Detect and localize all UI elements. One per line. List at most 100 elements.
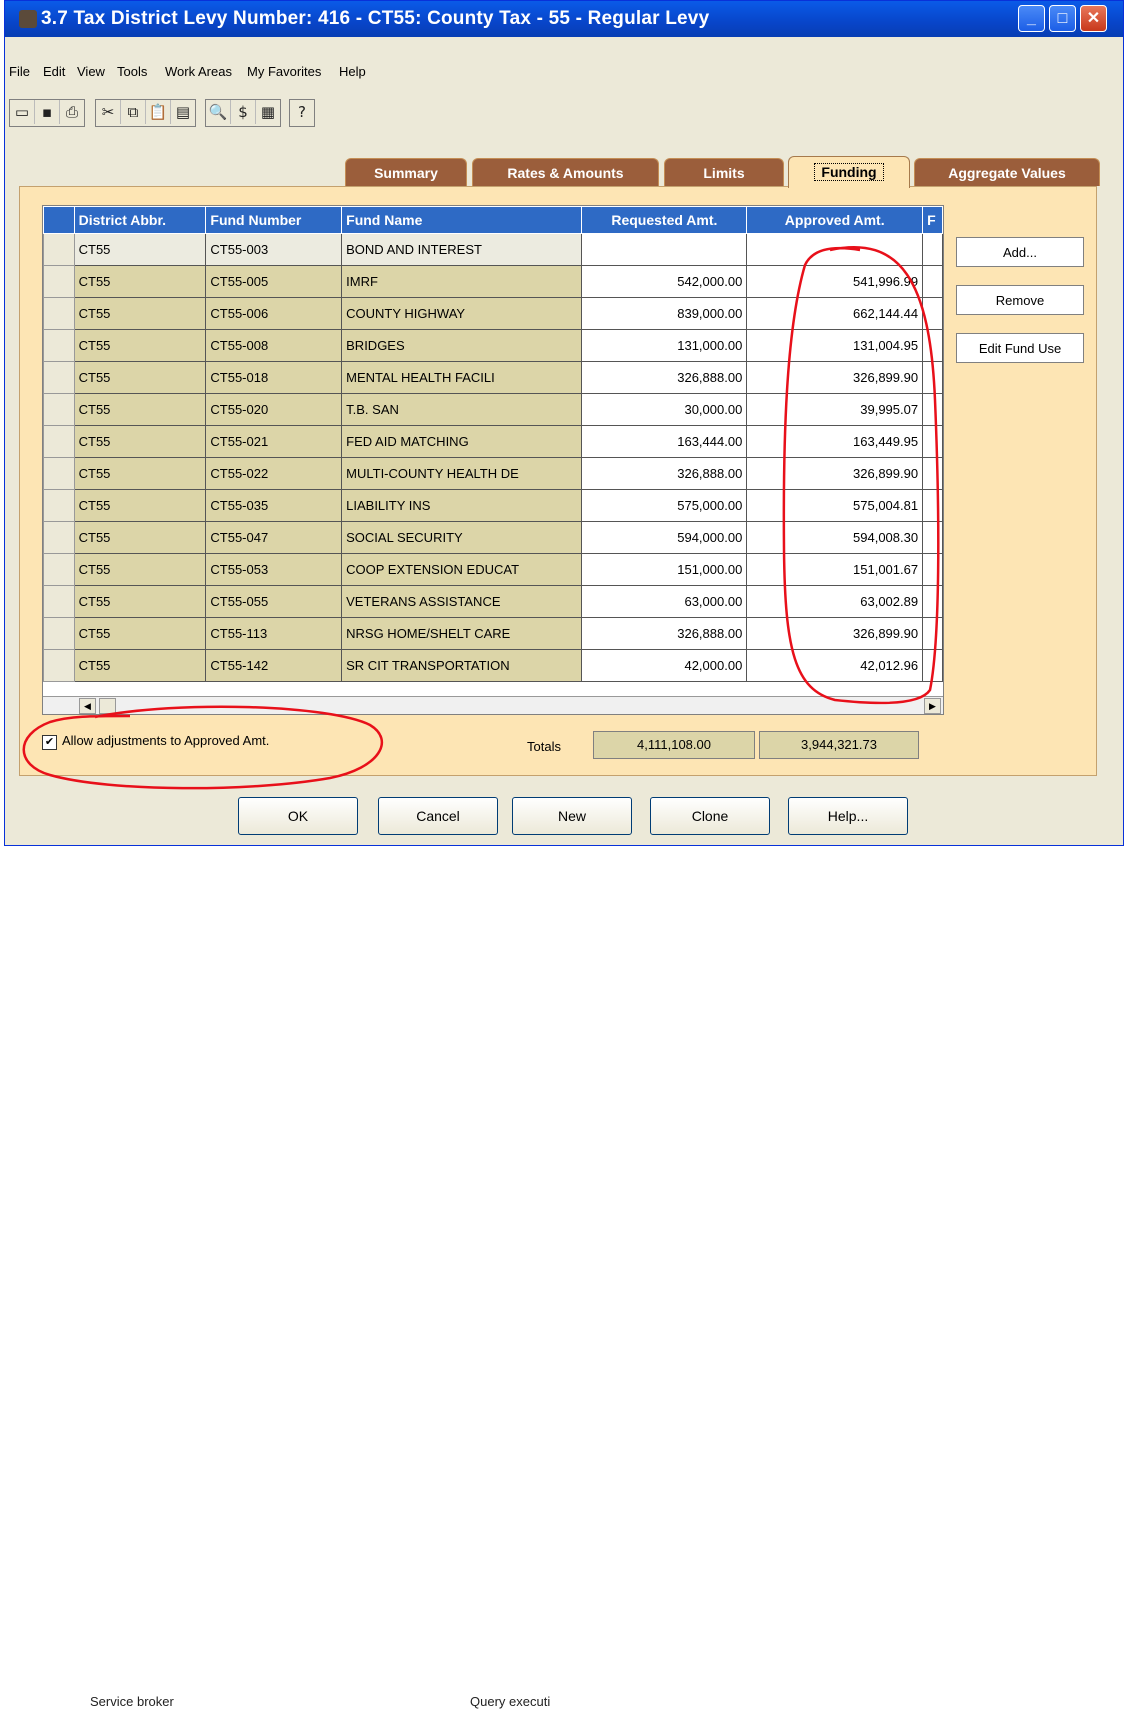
dollar-icon[interactable]: $ — [231, 100, 256, 124]
scroll-right-icon[interactable]: ▶ — [924, 698, 941, 714]
help-icon[interactable]: ? — [290, 100, 314, 124]
title-bar[interactable]: 3.7 Tax District Levy Number: 416 - CT55… — [5, 1, 1123, 37]
cell-approved-amt[interactable]: 326,899.90 — [746, 361, 924, 394]
row-selector[interactable] — [43, 457, 75, 490]
row-selector[interactable] — [43, 233, 75, 266]
cell-fund-number[interactable]: CT55-055 — [205, 585, 343, 618]
table-row[interactable]: CT55 CT55-021 FED AID MATCHING 163,444.00 16… — [43, 425, 943, 458]
table-row[interactable]: CT55 CT55-113 NRSG HOME/SHELT CARE 326,888.… — [43, 617, 943, 650]
cell-extra[interactable] — [922, 489, 943, 522]
cell-extra[interactable] — [922, 233, 943, 266]
cell-approved-amt[interactable]: 39,995.07 — [746, 393, 924, 426]
cell-fund-number[interactable]: CT55-005 — [205, 265, 343, 298]
cell-approved-amt[interactable] — [746, 233, 924, 266]
cell-fund-name[interactable]: SOCIAL SECURITY — [341, 521, 583, 554]
ok-button[interactable]: OK — [238, 797, 358, 835]
close-button[interactable]: ✕ — [1080, 5, 1107, 32]
cell-fund-number[interactable]: CT55-035 — [205, 489, 343, 522]
cell-fund-number[interactable]: CT55-008 — [205, 329, 343, 362]
cell-district-abbr[interactable]: CT55 — [73, 393, 207, 426]
cell-approved-amt[interactable]: 575,004.81 — [746, 489, 924, 522]
remove-fund-button[interactable]: Remove — [956, 285, 1084, 315]
clone-button[interactable]: Clone — [650, 797, 770, 835]
cell-district-abbr[interactable]: CT55 — [73, 617, 207, 650]
cell-district-abbr[interactable]: CT55 — [73, 585, 207, 618]
cell-fund-number[interactable]: CT55-018 — [205, 361, 343, 394]
column-header-fund-name[interactable]: Fund Name — [341, 206, 583, 234]
scroll-left-icon[interactable]: ◀ — [79, 698, 96, 714]
row-selector[interactable] — [43, 553, 75, 586]
cell-approved-amt[interactable]: 326,899.90 — [746, 617, 924, 650]
cell-approved-amt[interactable]: 326,899.90 — [746, 457, 924, 490]
column-header-f[interactable]: F — [922, 206, 943, 234]
cell-fund-name[interactable]: COUNTY HIGHWAY — [341, 297, 583, 330]
cell-approved-amt[interactable]: 63,002.89 — [746, 585, 924, 618]
cell-fund-number[interactable]: CT55-021 — [205, 425, 343, 458]
column-header-district-abbr[interactable]: District Abbr. — [73, 206, 207, 234]
cell-fund-number[interactable]: CT55-113 — [205, 617, 343, 650]
cell-requested-amt[interactable]: 30,000.00 — [581, 393, 748, 426]
tab-funding[interactable]: Funding — [788, 156, 910, 188]
cell-extra[interactable] — [922, 361, 943, 394]
cell-requested-amt[interactable]: 42,000.00 — [581, 649, 748, 682]
add-fund-button[interactable]: Add... — [956, 237, 1084, 267]
cell-requested-amt[interactable]: 151,000.00 — [581, 553, 748, 586]
cell-extra[interactable] — [922, 329, 943, 362]
table-row[interactable]: CT55 CT55-018 MENTAL HEALTH FACILI 326,888.… — [43, 361, 943, 394]
cell-district-abbr[interactable]: CT55 — [73, 265, 207, 298]
allow-adjustments-checkbox[interactable]: ✔ — [42, 735, 57, 750]
menu-help[interactable]: Help — [339, 64, 366, 79]
cell-fund-name[interactable]: LIABILITY INS — [341, 489, 583, 522]
table-row[interactable]: CT55 CT55-008 BRIDGES 131,000.00 131,004.95 — [43, 329, 943, 362]
table-row[interactable]: CT55 CT55-047 SOCIAL SECURITY 594,000.00 594… — [43, 521, 943, 554]
tab-limits[interactable]: Limits — [664, 158, 784, 186]
cell-approved-amt[interactable]: 662,144.44 — [746, 297, 924, 330]
row-selector[interactable] — [43, 617, 75, 650]
row-selector[interactable] — [43, 329, 75, 362]
cell-fund-number[interactable]: CT55-006 — [205, 297, 343, 330]
cell-requested-amt[interactable]: 326,888.00 — [581, 361, 748, 394]
menu-tools[interactable]: Tools — [117, 64, 147, 79]
cell-fund-name[interactable]: MENTAL HEALTH FACILI — [341, 361, 583, 394]
menu-view[interactable]: View — [77, 64, 105, 79]
cell-fund-number[interactable]: CT55-047 — [205, 521, 343, 554]
row-selector[interactable] — [43, 265, 75, 298]
cell-approved-amt[interactable]: 163,449.95 — [746, 425, 924, 458]
row-selector[interactable] — [43, 489, 75, 522]
menu-edit[interactable]: Edit — [43, 64, 65, 79]
cell-district-abbr[interactable]: CT55 — [73, 233, 207, 266]
table-row[interactable]: CT55 CT55-020 T.B. SAN 30,000.00 39,995.07 — [43, 393, 943, 426]
paste-special-icon[interactable]: ▤ — [171, 100, 195, 124]
cell-district-abbr[interactable]: CT55 — [73, 297, 207, 330]
cell-extra[interactable] — [922, 297, 943, 330]
table-row[interactable]: CT55 CT55-055 VETERANS ASSISTANCE 63,000.00… — [43, 585, 943, 618]
paste-icon[interactable]: 📋 — [146, 100, 171, 124]
cell-district-abbr[interactable]: CT55 — [73, 489, 207, 522]
cell-district-abbr[interactable]: CT55 — [73, 361, 207, 394]
cell-fund-number[interactable]: CT55-142 — [205, 649, 343, 682]
cell-requested-amt[interactable]: 542,000.00 — [581, 265, 748, 298]
copy-icon[interactable]: ⧉ — [121, 100, 146, 124]
row-selector[interactable] — [43, 393, 75, 426]
column-header-requested-amt[interactable]: Requested Amt. — [581, 206, 748, 234]
table-row[interactable]: CT55 CT55-053 COOP EXTENSION EDUCAT 151,000… — [43, 553, 943, 586]
cut-icon[interactable]: ✂ — [96, 100, 121, 124]
cell-fund-name[interactable]: SR CIT TRANSPORTATION — [341, 649, 583, 682]
table-row[interactable]: CT55 CT55-005 IMRF 542,000.00 541,996.99 — [43, 265, 943, 298]
cell-extra[interactable] — [922, 265, 943, 298]
cell-requested-amt[interactable]: 594,000.00 — [581, 521, 748, 554]
cell-fund-name[interactable]: NRSG HOME/SHELT CARE — [341, 617, 583, 650]
cell-approved-amt[interactable]: 594,008.30 — [746, 521, 924, 554]
help-button[interactable]: Help... — [788, 797, 908, 835]
cell-approved-amt[interactable]: 42,012.96 — [746, 649, 924, 682]
tab-rates-amounts[interactable]: Rates & Amounts — [472, 158, 659, 186]
table-row[interactable]: CT55 CT55-022 MULTI-COUNTY HEALTH DE 326,88… — [43, 457, 943, 490]
cell-extra[interactable] — [922, 553, 943, 586]
cell-fund-number[interactable]: CT55-022 — [205, 457, 343, 490]
cell-fund-name[interactable]: T.B. SAN — [341, 393, 583, 426]
tab-summary[interactable]: Summary — [345, 158, 467, 186]
cell-extra[interactable] — [922, 457, 943, 490]
cell-requested-amt[interactable]: 839,000.00 — [581, 297, 748, 330]
column-header-fund-number[interactable]: Fund Number — [205, 206, 343, 234]
scroll-thumb[interactable] — [99, 698, 116, 714]
